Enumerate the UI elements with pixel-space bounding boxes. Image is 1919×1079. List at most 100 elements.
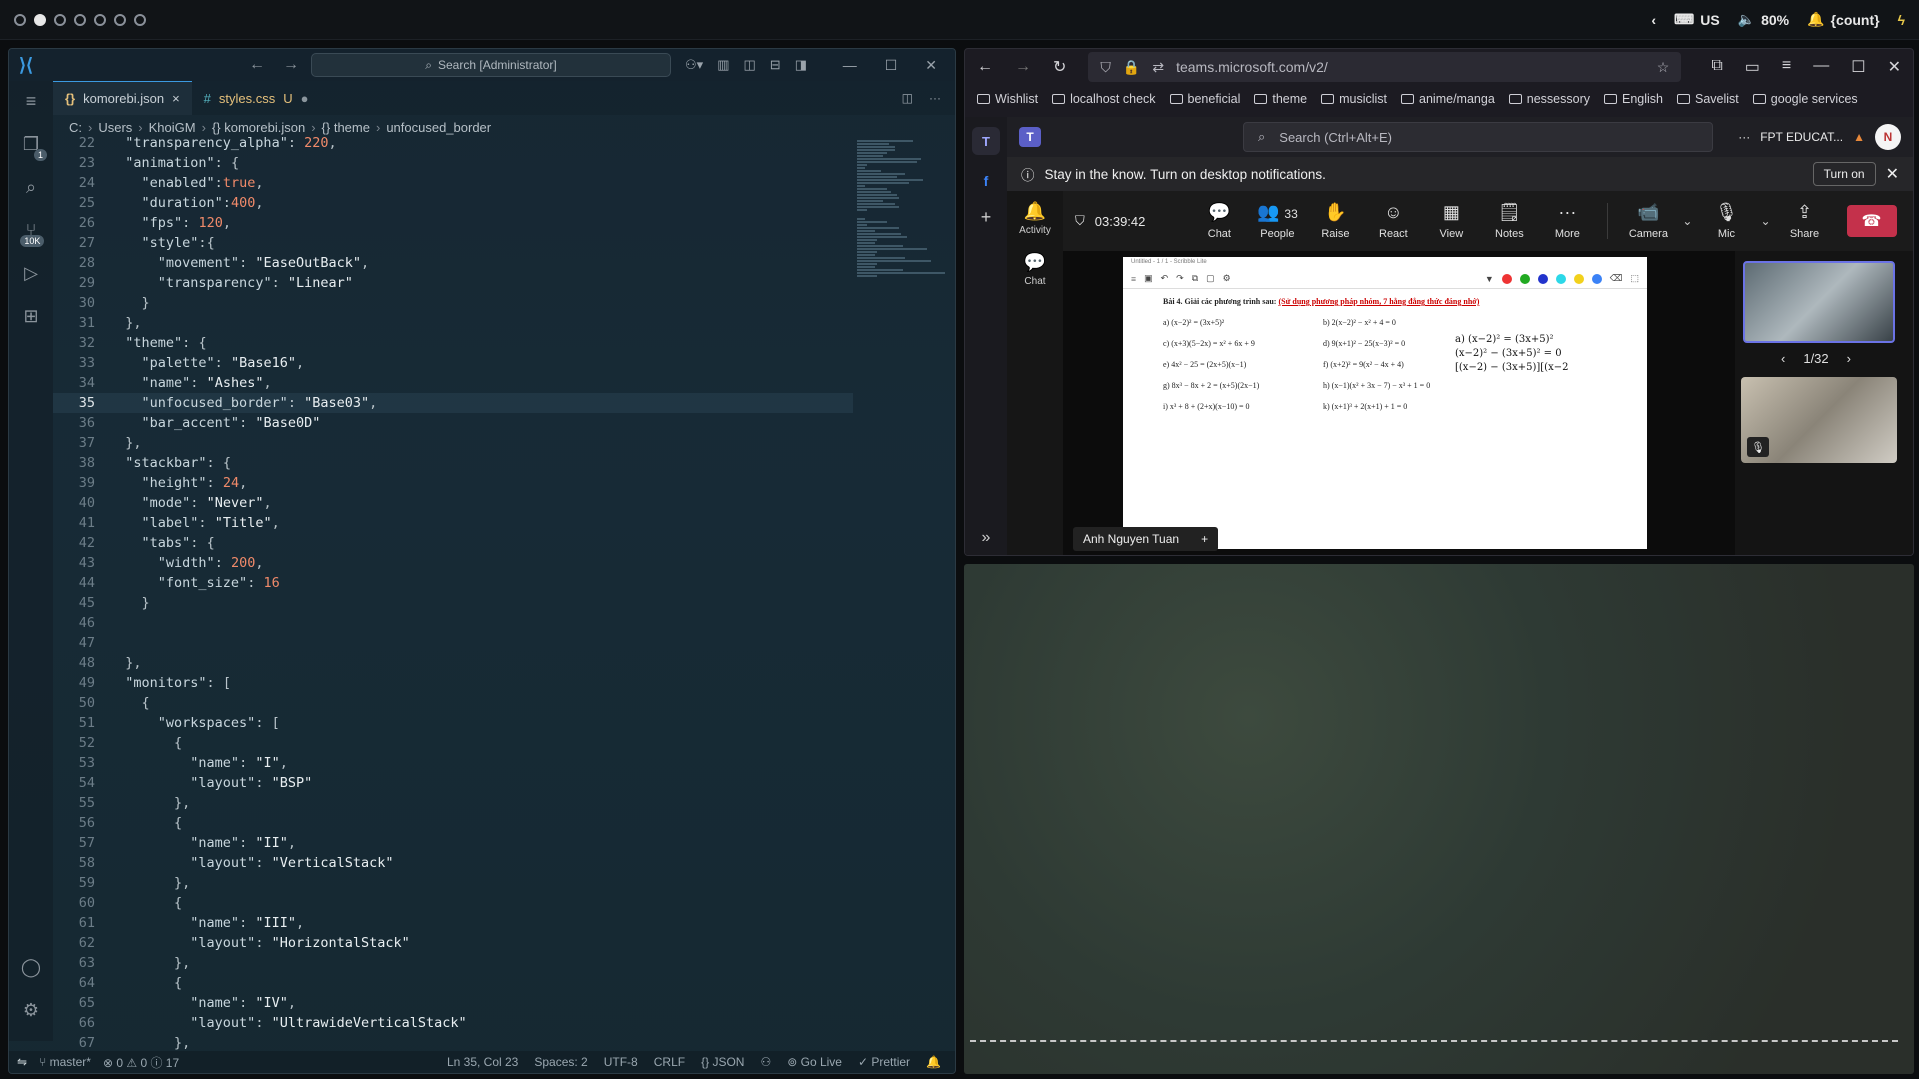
- tab-komorebi-json[interactable]: {} komorebi.json ×: [53, 81, 192, 115]
- code-line[interactable]: 47: [53, 633, 853, 653]
- chevron-left-icon[interactable]: ‹: [1781, 351, 1785, 366]
- more-options-icon[interactable]: ···: [1738, 130, 1750, 144]
- minimize-button[interactable]: —: [1813, 57, 1829, 77]
- code-line[interactable]: 36 "bar_accent": "Base0D": [53, 413, 853, 433]
- camera-button[interactable]: 📹 Camera: [1620, 202, 1676, 240]
- teams-search-input[interactable]: ⌕ Search (Ctrl+Alt+E): [1243, 122, 1713, 152]
- code-line[interactable]: 22 "transparency_alpha": 220,: [53, 133, 853, 153]
- code-line[interactable]: 49 "monitors": [: [53, 673, 853, 693]
- split-editor-icon[interactable]: ◫: [902, 91, 913, 105]
- maximize-button[interactable]: ☐: [885, 57, 898, 74]
- code-line[interactable]: 64 {: [53, 973, 853, 993]
- code-line[interactable]: 55 },: [53, 793, 853, 813]
- code-line[interactable]: 52 {: [53, 733, 853, 753]
- avatar[interactable]: N: [1875, 124, 1901, 150]
- branch-status[interactable]: ⑂ master*: [39, 1055, 91, 1069]
- share-button[interactable]: ⇪ Share: [1777, 202, 1833, 240]
- bookmark-item[interactable]: beneficial: [1169, 92, 1240, 106]
- code-line[interactable]: 62 "layout": "HorizontalStack": [53, 933, 853, 953]
- code-line[interactable]: 32 "theme": {: [53, 333, 853, 353]
- side-nav-activity[interactable]: 🔔 Activity: [1019, 201, 1051, 236]
- url-bar[interactable]: ⛉ 🔒 ⇄ teams.microsoft.com/v2/ ☆: [1088, 52, 1682, 82]
- code-line[interactable]: 48 },: [53, 653, 853, 673]
- meeting-raise-button[interactable]: ✋ Raise: [1307, 202, 1363, 240]
- close-tab-icon[interactable]: ×: [172, 91, 180, 106]
- reload-icon[interactable]: ↻: [1053, 57, 1066, 77]
- code-line[interactable]: 54 "layout": "BSP": [53, 773, 853, 793]
- code-line[interactable]: 29 "transparency": "Linear": [53, 273, 853, 293]
- workspace-dot[interactable]: [114, 13, 126, 26]
- facebook-icon[interactable]: f: [984, 173, 989, 189]
- code-line[interactable]: 33 "palette": "Base16",: [53, 353, 853, 373]
- org-name[interactable]: FPT EDUCAT...: [1760, 130, 1843, 144]
- code-line[interactable]: 43 "width": 200,: [53, 553, 853, 573]
- code-line[interactable]: 66 "layout": "UltrawideVerticalStack": [53, 1013, 853, 1033]
- code-line[interactable]: 63 },: [53, 953, 853, 973]
- workspace-dot[interactable]: [54, 13, 66, 26]
- code-line[interactable]: 51 "workspaces": [: [53, 713, 853, 733]
- mic-button[interactable]: 🎙 Mic: [1698, 202, 1754, 240]
- layout-sidebar-icon[interactable]: ▥: [717, 57, 729, 73]
- chevron-right-icon[interactable]: ›: [1847, 351, 1851, 366]
- bookmark-item[interactable]: anime/manga: [1401, 92, 1495, 106]
- menu-icon[interactable]: ≡: [26, 91, 37, 112]
- teams-extension-icon[interactable]: T: [972, 127, 1000, 155]
- close-button[interactable]: ✕: [1888, 57, 1901, 77]
- code-line[interactable]: 56 {: [53, 813, 853, 833]
- chevron-left-icon[interactable]: ‹: [1651, 12, 1656, 28]
- code-line[interactable]: 31 },: [53, 313, 853, 333]
- code-line[interactable]: 41 "label": "Title",: [53, 513, 853, 533]
- extensions-icon[interactable]: ⊞: [23, 306, 38, 327]
- bookmark-item[interactable]: English: [1604, 92, 1663, 106]
- code-line[interactable]: 26 "fps": 120,: [53, 213, 853, 233]
- code-line[interactable]: 44 "font_size": 16: [53, 573, 853, 593]
- turn-on-button[interactable]: Turn on: [1812, 162, 1876, 186]
- extensions-icon[interactable]: ⧉: [1711, 57, 1722, 77]
- workspace-dot[interactable]: [94, 13, 106, 26]
- layout-split-icon[interactable]: ◨: [795, 57, 807, 73]
- code-line[interactable]: 24 "enabled":true,: [53, 173, 853, 193]
- remote-icon[interactable]: ⇋: [17, 1055, 27, 1069]
- workspace-dot[interactable]: [14, 13, 26, 26]
- add-icon[interactable]: +: [981, 207, 992, 228]
- meeting-notes-button[interactable]: 🗒 Notes: [1481, 202, 1537, 240]
- back-arrow-icon[interactable]: ←: [977, 58, 993, 76]
- code-line[interactable]: 65 "name": "IV",: [53, 993, 853, 1013]
- code-line[interactable]: 46: [53, 613, 853, 633]
- copilot-icon[interactable]: ⚇▾: [685, 57, 703, 73]
- expand-icon[interactable]: »: [982, 529, 991, 547]
- code-line[interactable]: 53 "name": "I",: [53, 753, 853, 773]
- workspace-dot[interactable]: [74, 13, 86, 26]
- gear-icon[interactable]: ⚙: [23, 1000, 39, 1021]
- problems-status[interactable]: ⊗ 0 ⚠ 0 ⓘ 17: [103, 1054, 179, 1071]
- back-arrow-icon[interactable]: ←: [249, 56, 265, 74]
- indentation-status[interactable]: Spaces: 2: [534, 1055, 587, 1069]
- code-line[interactable]: 50 {: [53, 693, 853, 713]
- participant-video-active[interactable]: [1743, 261, 1895, 343]
- command-center-search[interactable]: ⌕ Search [Administrator]: [311, 53, 671, 77]
- source-control-icon[interactable]: ⑂ 10K: [20, 220, 45, 247]
- workspace-dot[interactable]: [134, 13, 146, 26]
- meeting-react-button[interactable]: ☺ React: [1365, 202, 1421, 240]
- search-icon[interactable]: ⌕: [26, 177, 36, 198]
- bookmark-item[interactable]: musiclist: [1321, 92, 1387, 106]
- bookmark-item[interactable]: nessessory: [1508, 92, 1590, 106]
- bookmark-item[interactable]: google services: [1752, 92, 1858, 106]
- code-line[interactable]: 67 },: [53, 1033, 853, 1053]
- bookmark-item[interactable]: Wishlist: [977, 92, 1038, 106]
- account-icon[interactable]: ◯: [21, 957, 41, 978]
- workspace-dot[interactable]: [34, 13, 46, 26]
- hang-up-button[interactable]: ☎: [1846, 205, 1897, 237]
- code-line[interactable]: 42 "tabs": {: [53, 533, 853, 553]
- sidebar-icon[interactable]: ▭: [1745, 57, 1760, 77]
- notification-indicator[interactable]: 🔔 {count}: [1807, 11, 1879, 28]
- code-line[interactable]: 30 }: [53, 293, 853, 313]
- bookmark-item[interactable]: Savelist: [1677, 92, 1739, 106]
- chevron-down-icon[interactable]: ⌄: [1760, 214, 1770, 228]
- prettier-status[interactable]: ✓ Prettier: [858, 1055, 910, 1069]
- code-line[interactable]: 61 "name": "III",: [53, 913, 853, 933]
- code-line[interactable]: 27 "style":{: [53, 233, 853, 253]
- meeting-chat-button[interactable]: 💬 Chat: [1191, 202, 1247, 240]
- meeting-people-button[interactable]: 👥 33 People: [1249, 202, 1305, 240]
- side-nav-chat[interactable]: 💬 Chat: [1024, 252, 1046, 287]
